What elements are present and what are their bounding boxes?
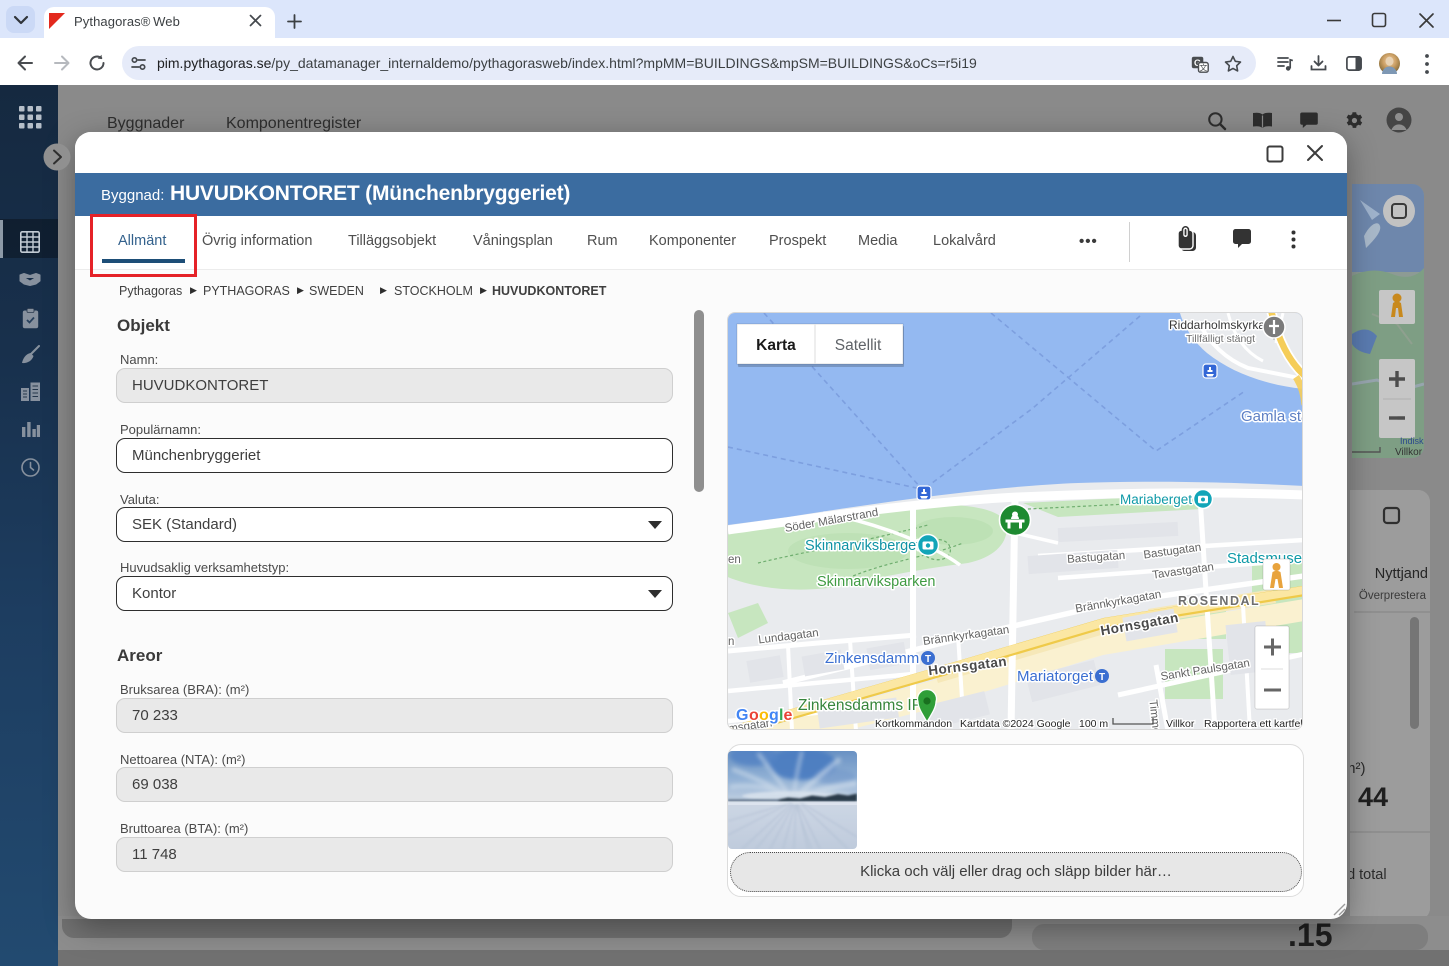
svg-text:Kortkommandon: Kortkommandon (875, 718, 952, 730)
svg-text:n: n (728, 636, 734, 648)
svg-text:G: G (736, 707, 748, 724)
svg-text:Mariatorget: Mariatorget (1017, 668, 1094, 685)
svg-text:ROSENDAL: ROSENDAL (1178, 594, 1260, 608)
svg-text:Skinnarviksparken: Skinnarviksparken (817, 574, 935, 590)
svg-text:Nyttjand: Nyttjand (1375, 566, 1428, 582)
svg-text:Överprestera: Överprestera (1359, 590, 1427, 602)
svg-text:Rapportera ett kartfel: Rapportera ett kartfel (1204, 718, 1303, 730)
svg-text:o: o (749, 707, 759, 724)
svg-text:o: o (759, 707, 769, 724)
svg-text:Gamla stan: Gamla stan (1241, 408, 1303, 425)
svg-text:Villkor: Villkor (1166, 718, 1195, 730)
svg-text:100 m: 100 m (1079, 718, 1108, 730)
svg-text:文: 文 (1199, 62, 1207, 72)
svg-text:Satellit: Satellit (835, 337, 882, 354)
svg-text:Riddarholmskyrkan: Riddarholmskyrkan (1169, 318, 1272, 332)
svg-text:g: g (769, 707, 779, 724)
svg-text:ad total: ad total (1350, 867, 1387, 883)
svg-text:m²): m²) (1350, 760, 1366, 777)
svg-text:Villkor: Villkor (1395, 447, 1423, 458)
svg-text:Mariaberget: Mariaberget (1120, 492, 1192, 507)
svg-text:Karta: Karta (756, 337, 796, 354)
svg-text:44: 44 (1358, 782, 1388, 812)
svg-text:Tillfälligt stängt: Tillfälligt stängt (1186, 333, 1255, 345)
svg-text:T: T (925, 654, 931, 665)
svg-text:Zinkensdamms IP: Zinkensdamms IP (798, 697, 922, 714)
svg-text:Skinnarviksberget: Skinnarviksberget (805, 538, 920, 554)
svg-text:Indisk: Indisk (1400, 436, 1424, 446)
svg-text:Zinkensdamm: Zinkensdamm (825, 650, 919, 667)
svg-text:T: T (1099, 672, 1105, 683)
svg-text:e: e (784, 707, 793, 724)
svg-text:Kartdata ©2024 Google: Kartdata ©2024 Google (960, 718, 1071, 730)
svg-text:en: en (728, 554, 741, 566)
